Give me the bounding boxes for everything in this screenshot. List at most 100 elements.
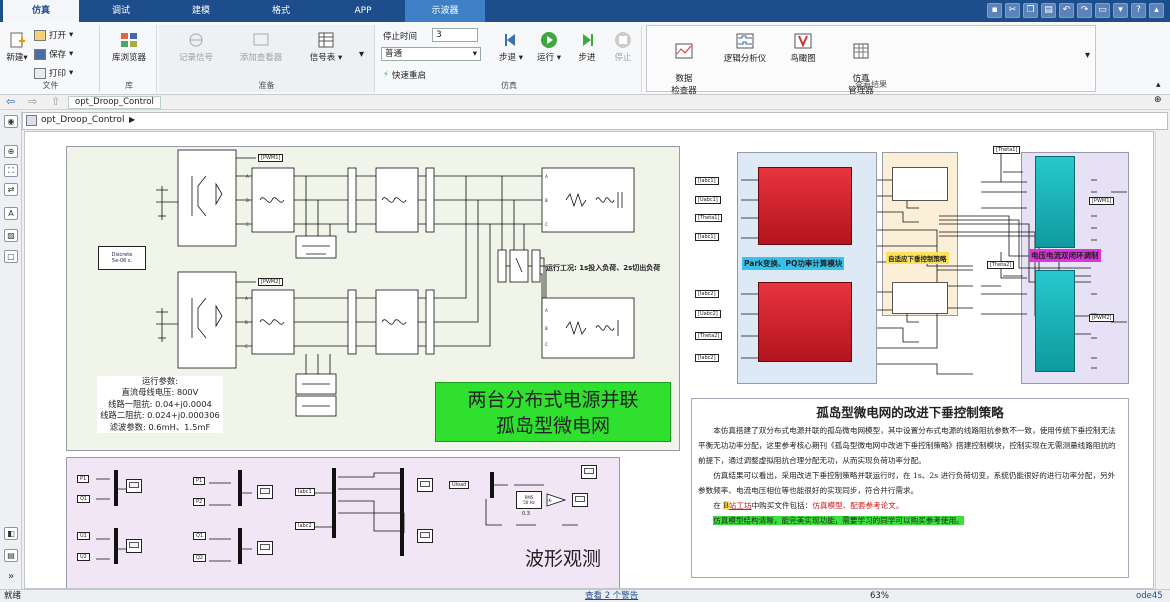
from-tag[interactable]: Q1: [193, 532, 207, 540]
mux-block[interactable]: [238, 528, 242, 564]
sim-mode-select[interactable]: 普通 ▾: [381, 47, 481, 61]
hide-explorer-icon[interactable]: ◉: [4, 115, 18, 128]
birds-eye-button[interactable]: 鸟瞰图: [781, 32, 825, 64]
camera-icon[interactable]: ◧: [4, 527, 18, 540]
minimize-ribbon-icon[interactable]: ▴: [1149, 3, 1164, 18]
from-tag[interactable]: Q1: [77, 495, 91, 503]
library-browser-button[interactable]: 库浏览器: [106, 31, 152, 63]
scope-block[interactable]: [126, 539, 142, 553]
add-viewer-button[interactable]: 添加查看器: [231, 31, 291, 63]
pwm2-goto-tag[interactable]: [PWM2]: [1089, 314, 1115, 322]
tab-modeling[interactable]: 建模: [163, 0, 239, 22]
back-icon[interactable]: ⇦: [6, 95, 15, 108]
stop-time-input[interactable]: 3: [432, 28, 478, 42]
collapse-ribbon-icon[interactable]: ▴: [1156, 80, 1161, 90]
from-tag[interactable]: Iabc2: [295, 522, 315, 530]
pwm1-goto-tag[interactable]: [PWM1]: [1089, 197, 1115, 205]
step-back-button[interactable]: 步退 ▾: [497, 31, 525, 63]
powergui-block[interactable]: Discrete 5e-06 s.: [98, 246, 146, 270]
from-tag[interactable]: [Iabc2]: [695, 354, 719, 362]
tab-format[interactable]: 格式: [243, 0, 319, 22]
cut-icon[interactable]: ✂: [1005, 3, 1020, 18]
from-tag[interactable]: P1: [77, 475, 90, 483]
tab-scope[interactable]: 示波器: [405, 0, 485, 22]
open-button[interactable]: 打开 ▾: [34, 29, 73, 41]
scope-block[interactable]: [572, 493, 588, 507]
from-tag[interactable]: [Uabc1]: [695, 196, 721, 204]
tab-list-icon[interactable]: ⊕: [1154, 95, 1162, 105]
from-tag[interactable]: [Theta1]: [695, 214, 723, 222]
help-icon[interactable]: ?: [1131, 3, 1146, 18]
from-tag[interactable]: U1: [77, 532, 90, 540]
undo-icon[interactable]: ↶: [1059, 3, 1074, 18]
scope-block[interactable]: [417, 478, 433, 492]
arrows-icon[interactable]: ⇄: [4, 183, 18, 196]
paste-icon[interactable]: ▤: [1041, 3, 1056, 18]
area-icon[interactable]: ▢: [4, 250, 18, 263]
image-icon[interactable]: ▨: [4, 229, 18, 242]
from-tag[interactable]: [Iabc2]: [695, 290, 719, 298]
new-button[interactable]: 新建▾: [4, 31, 30, 63]
property-icon[interactable]: ▤: [4, 549, 18, 562]
scope-block[interactable]: [581, 465, 597, 479]
copy-icon[interactable]: ❐: [1023, 3, 1038, 18]
from-tag[interactable]: [Iabc1]: [695, 177, 719, 185]
prepare-expand-icon[interactable]: ▾: [359, 49, 364, 60]
scope-block[interactable]: [417, 529, 433, 543]
stop-button[interactable]: 停止: [609, 31, 637, 63]
scope-block[interactable]: [257, 485, 273, 499]
pwm2-goto-tag[interactable]: [PWM2]: [258, 278, 284, 286]
demux-block[interactable]: [332, 468, 336, 538]
save-icon[interactable]: ▪: [987, 3, 1002, 18]
breadcrumb-arrow-icon[interactable]: ▶: [129, 115, 135, 124]
pwm1-goto-tag[interactable]: [PWM1]: [258, 154, 284, 162]
demux-block[interactable]: [490, 472, 494, 498]
tab-debug[interactable]: 调试: [83, 0, 159, 22]
from-tag[interactable]: U2: [77, 553, 90, 561]
warnings-link[interactable]: 查看 2 个警告: [585, 590, 638, 602]
model-tab[interactable]: opt_Droop_Control: [68, 96, 161, 109]
redo-icon[interactable]: ↷: [1077, 3, 1092, 18]
scope-block[interactable]: [257, 541, 273, 555]
mux-block[interactable]: [114, 528, 118, 564]
vertical-scrollbar[interactable]: [1155, 131, 1167, 589]
model-canvas[interactable]: A B C A B C A B C A B C [PWM1] [PWM2] Discrete 5…: [24, 131, 1154, 589]
log-signals-button[interactable]: 记录信号: [167, 31, 225, 63]
from-tag[interactable]: Uload: [449, 481, 470, 489]
voltage-current-loop-block-1[interactable]: [1035, 156, 1075, 248]
from-tag[interactable]: [Uabc2]: [695, 310, 721, 318]
theta2-goto-tag[interactable]: [Theta2]: [987, 261, 1015, 269]
theta1-goto-tag[interactable]: [Theta1]: [993, 146, 1021, 154]
forward-icon[interactable]: ⇨: [28, 95, 37, 108]
from-tag[interactable]: [Iabc1]: [695, 233, 719, 241]
breadcrumb[interactable]: opt_Droop_Control: [41, 115, 124, 125]
from-tag[interactable]: Q2: [193, 554, 207, 562]
fit-view-icon[interactable]: ⛶: [4, 164, 18, 177]
from-tag[interactable]: P2: [193, 498, 206, 506]
from-tag[interactable]: P1: [193, 477, 206, 485]
print-button[interactable]: 打印 ▾: [34, 67, 73, 79]
from-tag[interactable]: Iabc1: [295, 488, 315, 496]
up-icon[interactable]: ⇧: [51, 95, 60, 108]
run-button[interactable]: 运行 ▾: [534, 31, 564, 63]
window-icon[interactable]: ▭: [1095, 3, 1110, 18]
solver-link[interactable]: ode45: [1136, 590, 1163, 602]
zoom-icon[interactable]: ⊕: [4, 145, 18, 158]
site-link[interactable]: 站工坊: [729, 501, 752, 510]
expand-icon[interactable]: »: [4, 571, 18, 584]
logic-analyzer-button[interactable]: 逻辑分析仪: [717, 32, 773, 64]
voltage-current-loop-block-2[interactable]: [1035, 270, 1075, 372]
from-tag[interactable]: [Theta2]: [695, 332, 723, 340]
park-transform-block-2[interactable]: [758, 282, 852, 362]
annotation-icon[interactable]: A: [4, 207, 18, 220]
mux-block[interactable]: [114, 470, 118, 506]
rms-block[interactable]: RMS 50 Hz: [516, 491, 542, 509]
mux-block[interactable]: [238, 470, 242, 506]
tab-app[interactable]: APP: [323, 0, 403, 22]
dropdown-icon[interactable]: ▾: [1113, 3, 1128, 18]
scope-block[interactable]: [126, 479, 142, 493]
save-button[interactable]: 保存 ▾: [34, 48, 73, 60]
mux-block[interactable]: [400, 468, 404, 556]
tab-simulation[interactable]: 仿真: [3, 0, 79, 22]
step-forward-button[interactable]: 步进: [573, 31, 601, 63]
